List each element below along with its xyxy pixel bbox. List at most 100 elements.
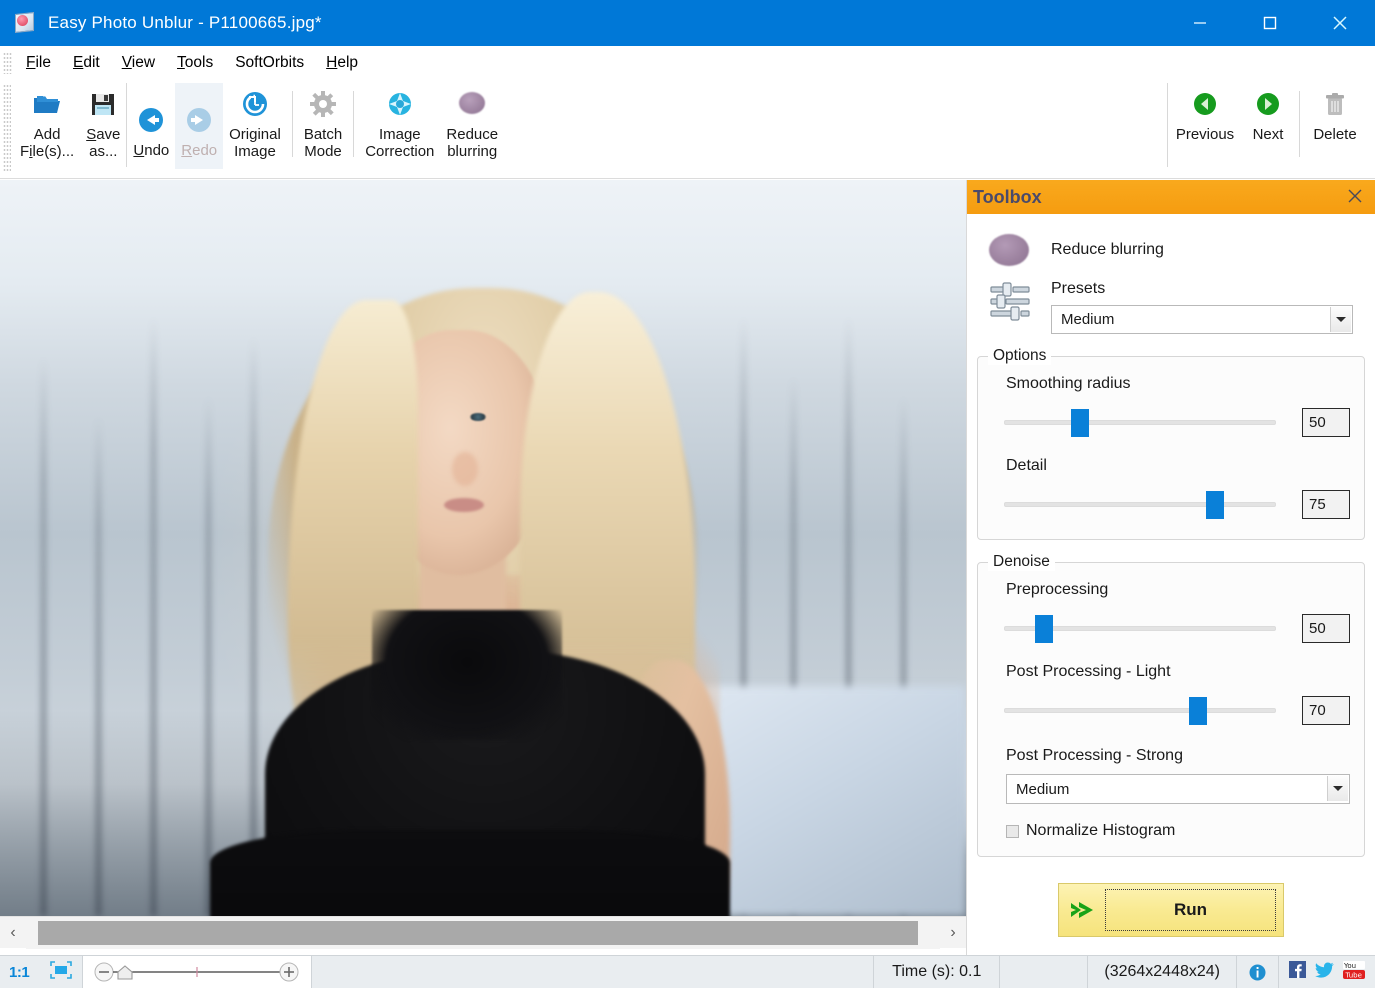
chevron-down-icon[interactable]: [1327, 776, 1348, 801]
smoothing-radius-value[interactable]: 50: [1302, 408, 1350, 437]
normalize-histogram-label: Normalize Histogram: [1026, 822, 1175, 840]
toolbar-separator-5: [1299, 91, 1300, 157]
menu-item-file[interactable]: File: [15, 51, 62, 75]
reduce-blurring-label-line1: Reduce: [446, 126, 498, 143]
detail-slider[interactable]: [1004, 489, 1284, 519]
svg-text:Tube: Tube: [1345, 971, 1362, 979]
undo-arrow-icon: [136, 105, 166, 135]
active-tool-row: Reduce blurring: [977, 234, 1365, 266]
portrait-subject: [0, 180, 966, 916]
status-bar: 1:1: [0, 955, 1375, 988]
minimize-button[interactable]: [1165, 0, 1235, 46]
menu-bar: File Edit View Tools SoftOrbits Help: [0, 46, 1375, 79]
menu-item-softorbits[interactable]: SoftOrbits: [224, 51, 315, 75]
image-correction-button[interactable]: Image Correction: [359, 83, 440, 169]
normalize-histogram-row[interactable]: Normalize Histogram: [1006, 822, 1350, 840]
status-empty-cell: [1000, 956, 1088, 988]
previous-label: Previous: [1176, 126, 1234, 143]
previous-button[interactable]: Previous: [1168, 83, 1242, 169]
maximize-button[interactable]: [1235, 0, 1305, 46]
toolbar-grip-handle[interactable]: [3, 84, 11, 172]
info-icon[interactable]: [1237, 956, 1279, 988]
detail-field: Detail 75: [992, 457, 1350, 519]
menu-item-view[interactable]: View: [111, 51, 166, 75]
smoothing-radius-thumb[interactable]: [1071, 409, 1089, 437]
close-button[interactable]: [1305, 0, 1375, 46]
options-group: Options Smoothing radius 50 Detail: [977, 356, 1365, 540]
svg-text:You: You: [1343, 962, 1356, 970]
toolbox-body: Reduce blurring: [967, 234, 1375, 937]
original-image-button[interactable]: Original Image: [223, 83, 287, 169]
add-files-button[interactable]: Add File(s)...: [14, 83, 80, 169]
post-processing-light-thumb[interactable]: [1189, 697, 1207, 725]
sparkle-icon: [385, 89, 415, 119]
run-button[interactable]: Run: [1058, 883, 1284, 937]
blur-dot-icon: [989, 234, 1031, 266]
post-processing-strong-select[interactable]: Medium: [1006, 774, 1350, 804]
redo-button[interactable]: Redo: [175, 83, 223, 169]
post-processing-strong-value: Medium: [1016, 781, 1069, 798]
denoise-group-title: Denoise: [988, 553, 1055, 571]
undo-label: Undo: [133, 142, 169, 159]
toolbox-header: Toolbox: [967, 180, 1375, 214]
social-icons: You Tube: [1279, 961, 1375, 984]
main-toolbar: Add File(s)... Save as...: [0, 79, 1375, 179]
normalize-histogram-checkbox[interactable]: [1006, 825, 1019, 838]
reduce-blurring-label-line2: blurring: [447, 143, 497, 160]
scroll-left-arrow[interactable]: ‹: [0, 917, 26, 949]
app-photo-icon: [14, 12, 36, 34]
canvas-horizontal-scrollbar[interactable]: ‹ ›: [0, 916, 966, 948]
next-label: Next: [1253, 126, 1284, 143]
presets-row: Presets Medium: [977, 280, 1365, 334]
detail-label: Detail: [1006, 457, 1350, 475]
scrollbar-thumb[interactable]: [38, 921, 918, 945]
original-image-label-line1: Original: [229, 126, 281, 143]
toolbar-separator-3: [353, 91, 354, 157]
application-window: Easy Photo Unblur - P1100665.jpg* File E…: [0, 0, 1375, 988]
preprocessing-thumb[interactable]: [1035, 615, 1053, 643]
photo-background: [0, 180, 966, 916]
trash-icon: [1320, 89, 1350, 119]
chevron-down-icon[interactable]: [1330, 307, 1351, 332]
zoom-1-1-button[interactable]: 1:1: [9, 964, 29, 981]
undo-button[interactable]: Undo: [127, 83, 175, 169]
youtube-icon[interactable]: You Tube: [1343, 961, 1365, 984]
image-correction-label-line2: Correction: [365, 143, 434, 160]
menu-item-edit[interactable]: Edit: [62, 51, 111, 75]
save-as-button[interactable]: Save as...: [80, 83, 126, 169]
scroll-right-arrow[interactable]: ›: [940, 917, 966, 949]
image-canvas[interactable]: [0, 180, 966, 916]
close-icon[interactable]: [1343, 184, 1367, 208]
post-processing-light-label: Post Processing - Light: [1006, 663, 1350, 681]
facebook-icon[interactable]: [1289, 961, 1306, 983]
post-processing-light-value[interactable]: 70: [1302, 696, 1350, 725]
next-button[interactable]: Next: [1242, 83, 1294, 169]
menu-item-tools[interactable]: Tools: [166, 51, 224, 75]
menu-grip-handle[interactable]: [3, 52, 12, 74]
run-label: Run: [1105, 889, 1276, 931]
delete-button[interactable]: Delete: [1305, 83, 1365, 169]
detail-thumb[interactable]: [1206, 491, 1224, 519]
zoom-slider[interactable]: [83, 956, 312, 988]
active-tool-name: Reduce blurring: [1051, 241, 1164, 259]
post-processing-strong-field: Post Processing - Strong Medium: [992, 747, 1350, 804]
detail-value[interactable]: 75: [1302, 490, 1350, 519]
title-bar: Easy Photo Unblur - P1100665.jpg*: [0, 0, 1375, 46]
batch-mode-button[interactable]: Batch Mode: [298, 83, 348, 169]
preprocessing-slider[interactable]: [1004, 613, 1284, 643]
fit-to-screen-icon[interactable]: [49, 960, 73, 985]
post-processing-light-slider[interactable]: [1004, 695, 1284, 725]
post-processing-light-field: Post Processing - Light 70: [992, 663, 1350, 725]
save-as-label-line1: Save: [86, 126, 120, 143]
reduce-blurring-button[interactable]: Reduce blurring: [440, 83, 504, 169]
menu-item-help[interactable]: Help: [315, 51, 369, 75]
sliders-icon: [989, 280, 1031, 324]
presets-select[interactable]: Medium: [1051, 305, 1353, 334]
smoothing-radius-slider[interactable]: [1004, 407, 1284, 437]
status-spacer: [312, 956, 874, 988]
redo-label: Redo: [181, 142, 217, 159]
twitter-icon[interactable]: [1315, 962, 1334, 983]
scrollbar-track[interactable]: [26, 917, 940, 949]
toolbox-panel: Toolbox Reduce blurring: [966, 180, 1375, 955]
preprocessing-value[interactable]: 50: [1302, 614, 1350, 643]
